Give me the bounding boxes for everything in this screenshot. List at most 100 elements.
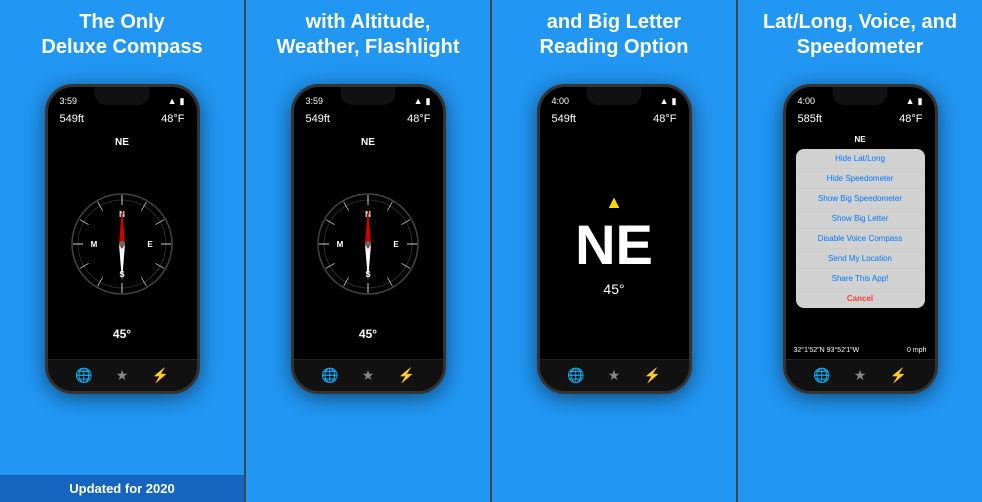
phone-2-screen: 3:59 ▲ ▮ 549ft 48°F NE (294, 87, 443, 391)
panel-3: and Big LetterReading Option 4:00 ▲ ▮ 54… (492, 0, 736, 502)
phone-3-bottom-bar: 🌐 ★ ⚡ (540, 359, 689, 391)
phone-4-direction: NE (854, 133, 865, 144)
panel-1: The OnlyDeluxe Compass 3:59 ▲ ▮ 549ft 48… (0, 0, 244, 502)
menu-item-big-speed: Show Big Speedometer (796, 189, 925, 209)
phone-3-arrow: ▲ (605, 192, 623, 213)
panel-4-header: Lat/Long, Voice, andSpeedometer (755, 0, 965, 80)
flashlight-icon-1: ⚡ (151, 367, 168, 384)
phone-2-bottom-bar: 🌐 ★ ⚡ (294, 359, 443, 391)
phone-3-big-letter-screen: ▲ NE 45° (540, 129, 689, 359)
flashlight-icon-3: ⚡ (643, 367, 660, 384)
globe-icon-1: 🌐 (75, 367, 92, 384)
phone-3-big-degrees: 45° (603, 281, 624, 297)
flashlight-icon-2: ⚡ (397, 367, 414, 384)
phone-1-compass-screen: NE (48, 129, 197, 359)
wifi-icon-2: ▲ (414, 96, 423, 106)
phone-1-direction: NE (115, 137, 129, 148)
panel-3-phone-wrapper: 4:00 ▲ ▮ 549ft 48°F ▲ NE 45° 🌐 (537, 80, 692, 474)
phone-4-altitude: 585ft (798, 113, 822, 125)
star-icon-3: ★ (608, 367, 621, 384)
phone-2-compass-svg: N E S M (313, 189, 423, 299)
phone-4-options-menu: Hide Lat/Long Hide Speedometer Show Big … (796, 149, 925, 308)
phone-1-bottom-bar: 🌐 ★ ⚡ (48, 359, 197, 391)
star-icon-2: ★ (362, 367, 375, 384)
menu-item-big-letter: Show Big Letter (796, 209, 925, 229)
phone-2-status-right: ▲ ▮ (414, 96, 431, 107)
phone-4-time: 4:00 (798, 96, 816, 106)
phone-3: 4:00 ▲ ▮ 549ft 48°F ▲ NE 45° 🌐 (537, 84, 692, 394)
phone-2-direction: NE (361, 137, 375, 148)
menu-item-voice: Disable Voice Compass (796, 229, 925, 249)
phone-2-temp: 48°F (407, 113, 430, 125)
phone-1-status-bar: 3:59 ▲ ▮ (48, 87, 197, 109)
battery-icon-4: ▮ (918, 96, 923, 107)
panel-2: with Altitude,Weather, Flashlight 3:59 ▲… (246, 0, 490, 502)
phone-4-screen: 4:00 ▲ ▮ 585ft 48°F NE Hide Lat/Long (786, 87, 935, 391)
menu-item-hide-lat: Hide Lat/Long (796, 149, 925, 169)
globe-icon-3: 🌐 (567, 367, 584, 384)
phone-4-status-right: ▲ ▮ (906, 96, 923, 107)
phone-1-status-right: ▲ ▮ (168, 96, 185, 107)
phone-1-altitude: 549ft (60, 113, 84, 125)
flashlight-icon-4: ⚡ (889, 367, 906, 384)
phone-1-screen: 3:59 ▲ ▮ 549ft 48°F NE (48, 87, 197, 391)
panel-1-footer: Updated for 2020 (0, 475, 244, 502)
panel-4: Lat/Long, Voice, andSpeedometer 4:00 ▲ ▮… (738, 0, 982, 502)
phone-3-screen: 4:00 ▲ ▮ 549ft 48°F ▲ NE 45° 🌐 (540, 87, 689, 391)
star-icon-1: ★ (116, 367, 129, 384)
phone-4-status-bar: 4:00 ▲ ▮ (786, 87, 935, 109)
panel-1-phone-wrapper: 3:59 ▲ ▮ 549ft 48°F NE (45, 80, 200, 475)
battery-icon-2: ▮ (426, 96, 431, 107)
phone-4-options-screen: NE Hide Lat/Long Hide Speedometer Show B… (786, 129, 935, 359)
phone-3-altitude: 549ft (552, 113, 576, 125)
star-icon-4: ★ (854, 367, 867, 384)
phone-4-coords: 32°1'52"N 93°52'1"W (794, 347, 860, 354)
phone-2-status-bar: 3:59 ▲ ▮ (294, 87, 443, 109)
phone-1-compass-svg: N E S M (67, 189, 177, 299)
phone-1-info-bar: 549ft 48°F (48, 109, 197, 129)
phone-2-info-bar: 549ft 48°F (294, 109, 443, 129)
svg-text:E: E (147, 240, 153, 249)
panel-3-header: and Big LetterReading Option (532, 0, 697, 80)
phone-4-info-bar: 585ft 48°F (786, 109, 935, 129)
phone-3-big-direction: NE (575, 217, 653, 273)
phone-2-degrees: 45° (359, 327, 377, 341)
phone-1-temp: 48°F (161, 113, 184, 125)
phone-3-time: 4:00 (552, 96, 570, 106)
panel-1-header: The OnlyDeluxe Compass (33, 0, 210, 80)
phone-4: 4:00 ▲ ▮ 585ft 48°F NE Hide Lat/Long (783, 84, 938, 394)
svg-text:E: E (393, 240, 399, 249)
phone-2-time: 3:59 (306, 96, 324, 106)
phone-1: 3:59 ▲ ▮ 549ft 48°F NE (45, 84, 200, 394)
menu-item-share: Share This App! (796, 269, 925, 289)
phone-3-info-bar: 549ft 48°F (540, 109, 689, 129)
panel-2-phone-wrapper: 3:59 ▲ ▮ 549ft 48°F NE (291, 80, 446, 474)
phone-3-status-bar: 4:00 ▲ ▮ (540, 87, 689, 109)
phone-3-temp: 48°F (653, 113, 676, 125)
svg-text:M: M (337, 240, 344, 249)
phone-4-coords-bar: 32°1'52"N 93°52'1"W 0 mph (786, 341, 935, 359)
phone-2: 3:59 ▲ ▮ 549ft 48°F NE (291, 84, 446, 394)
globe-icon-2: 🌐 (321, 367, 338, 384)
phone-4-temp: 48°F (899, 113, 922, 125)
panel-4-phone-wrapper: 4:00 ▲ ▮ 585ft 48°F NE Hide Lat/Long (783, 80, 938, 474)
wifi-icon-4: ▲ (906, 96, 915, 106)
phone-2-compass-screen: NE (294, 129, 443, 359)
phone-4-bottom-bar: 🌐 ★ ⚡ (786, 359, 935, 391)
phone-4-speed: 0 mph (907, 347, 926, 354)
menu-item-cancel: Cancel (796, 289, 925, 308)
svg-text:M: M (91, 240, 98, 249)
phone-2-altitude: 549ft (306, 113, 330, 125)
wifi-icon: ▲ (168, 96, 177, 106)
battery-icon: ▮ (180, 96, 185, 107)
battery-icon-3: ▮ (672, 96, 677, 107)
phone-1-time: 3:59 (60, 96, 78, 106)
wifi-icon-3: ▲ (660, 96, 669, 106)
menu-item-location: Send My Location (796, 249, 925, 269)
globe-icon-4: 🌐 (813, 367, 830, 384)
phone-3-status-right: ▲ ▮ (660, 96, 677, 107)
phone-4-compass-area: NE Hide Lat/Long Hide Speedometer Show B… (786, 129, 935, 341)
menu-item-hide-speed: Hide Speedometer (796, 169, 925, 189)
panel-2-header: with Altitude,Weather, Flashlight (269, 0, 468, 80)
phone-1-degrees: 45° (113, 327, 131, 341)
